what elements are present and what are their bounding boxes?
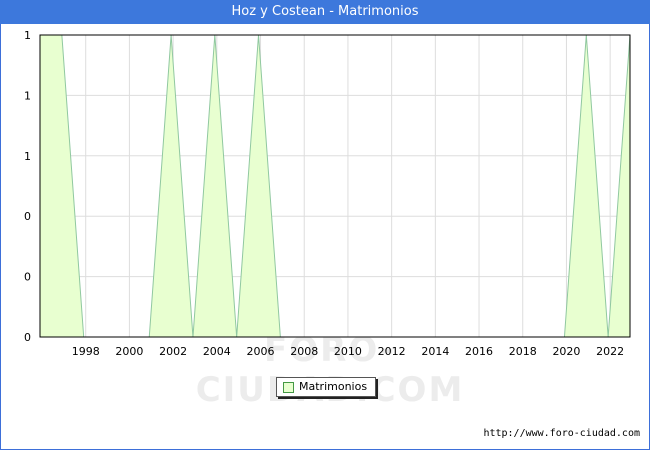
legend: Matrimonios bbox=[276, 377, 376, 397]
grid bbox=[40, 34, 630, 338]
y-ticks: 0 0 0 1 1 1 bbox=[24, 29, 31, 344]
x-tick-label: 2010 bbox=[334, 345, 362, 358]
x-ticks: 1998 2000 2002 2004 2006 2008 2010 2012 2014 2016… bbox=[72, 345, 624, 358]
y-tick-label: 1 bbox=[24, 29, 31, 42]
y-tick-label: 1 bbox=[24, 150, 31, 163]
source-url[interactable]: http://www.foro-ciudad.com bbox=[483, 428, 640, 439]
plot-area bbox=[40, 35, 630, 337]
x-tick-label: 2004 bbox=[203, 345, 231, 358]
x-tick-label: 2006 bbox=[247, 345, 275, 358]
legend-swatch bbox=[283, 382, 294, 393]
x-tick-label: 2002 bbox=[159, 345, 187, 358]
x-tick-label: 2016 bbox=[465, 345, 493, 358]
y-tick-label: 0 bbox=[24, 331, 31, 344]
x-tick-label: 2022 bbox=[596, 345, 624, 358]
x-tick-label: 1998 bbox=[72, 345, 100, 358]
x-tick-label: 2020 bbox=[552, 345, 580, 358]
x-tick-label: 2018 bbox=[509, 345, 537, 358]
x-tick-label: 2012 bbox=[378, 345, 406, 358]
y-tick-label: 0 bbox=[24, 210, 31, 223]
x-tick-label: 2000 bbox=[115, 345, 143, 358]
x-tick-label: 2008 bbox=[290, 345, 318, 358]
y-tick-label: 0 bbox=[24, 271, 31, 284]
x-tick-label: 2014 bbox=[421, 345, 449, 358]
y-tick-label: 1 bbox=[24, 89, 31, 102]
legend-label: Matrimonios bbox=[299, 380, 368, 393]
